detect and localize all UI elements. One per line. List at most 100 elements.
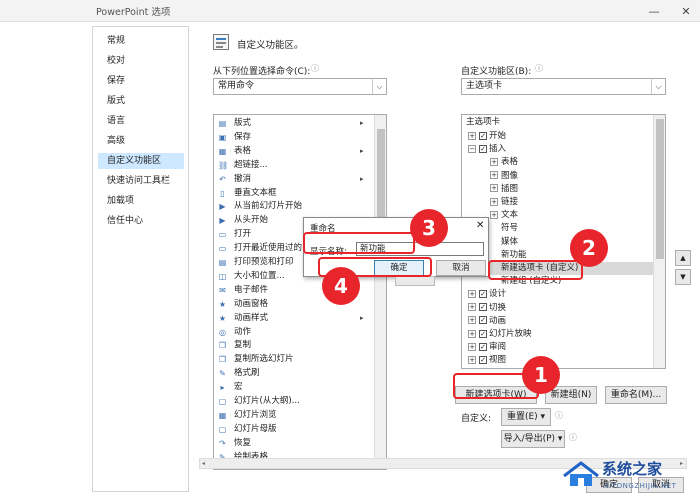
list-item[interactable]: ▦ 幻灯片浏览: [214, 409, 374, 422]
ribbon-tree[interactable]: 主选项卡 + ✓ 开始 − ✓ 插入 + 表格 + 图像 + 插图 + 链接 + 文本 符号 媒体 新功能 新建选项卡…: [461, 114, 666, 369]
tree-item-label: 符号: [501, 223, 519, 234]
sidebar-item[interactable]: 高级: [99, 133, 185, 149]
customize-label: 自定义:: [461, 414, 492, 424]
checkbox[interactable]: ✓: [479, 355, 487, 364]
dialog-close-button[interactable]: ✕: [476, 220, 484, 231]
tree-item[interactable]: + 表格: [490, 156, 518, 169]
list-item[interactable]: ▶ 从当前幻灯片开始: [214, 200, 374, 213]
checkbox[interactable]: ✓: [479, 342, 487, 351]
rename-button[interactable]: 重命名(M)...: [605, 386, 667, 404]
collapse-icon[interactable]: −: [468, 144, 476, 153]
hyperlink-icon: ⛓: [218, 160, 229, 170]
checkbox[interactable]: ✓: [479, 316, 487, 325]
list-item[interactable]: ▸ 宏: [214, 381, 374, 394]
list-item-label: 动画窗格: [234, 298, 269, 309]
expand-icon[interactable]: +: [468, 131, 476, 140]
expand-icon[interactable]: +: [490, 210, 498, 219]
expand-icon[interactable]: +: [468, 329, 476, 338]
sidebar-item[interactable]: 信任中心: [99, 213, 185, 229]
list-item[interactable]: ▦ 表格 ▸: [214, 145, 374, 158]
checkbox[interactable]: ✓: [479, 289, 487, 298]
list-item[interactable]: ◎ 动作: [214, 326, 374, 339]
list-item[interactable]: ▯ 垂直文本框: [214, 187, 374, 200]
command-list[interactable]: ▤ 版式 ▸ ▣ 保存 ▦ 表格 ▸ ⛓ 超链接... ↶ 撤消 ▸ ▯ 垂直文本框 ▶ 从当前幻灯片开始 ▶ 从头…: [213, 114, 387, 470]
expand-icon[interactable]: +: [490, 184, 498, 193]
tree-item[interactable]: + ✓ 设计: [468, 288, 506, 301]
tree-item[interactable]: + 链接: [490, 196, 518, 209]
chevron-down-icon[interactable]: ⌵: [651, 79, 665, 94]
tree-item-label: 审阅: [489, 342, 507, 353]
expand-icon[interactable]: +: [468, 342, 476, 351]
list-item[interactable]: ❐ 复制所选幻灯片: [214, 353, 374, 366]
annotation-box-3: [303, 232, 415, 254]
list-item[interactable]: ▣ 保存: [214, 131, 374, 144]
list-item[interactable]: ▢ 幻灯片母版: [214, 423, 374, 436]
command-list-scrollbar[interactable]: [374, 115, 386, 469]
tree-item[interactable]: + ✓ 视图: [468, 354, 506, 367]
tree-item[interactable]: 媒体: [490, 236, 518, 249]
move-down-button[interactable]: ▼: [675, 269, 691, 285]
list-item[interactable]: ▤ 版式 ▸: [214, 117, 374, 130]
list-item[interactable]: ⛓ 超链接...: [214, 159, 374, 172]
table-icon: ▦: [218, 146, 227, 156]
tree-item-label: 媒体: [501, 236, 519, 247]
sidebar: 常规校对保存版式语言高级自定义功能区 快速访问工具栏 加载项信任中心: [92, 26, 189, 492]
tree-item[interactable]: + 插图: [490, 183, 518, 196]
dialog-cancel-button[interactable]: 取消: [436, 260, 486, 276]
tree-item[interactable]: + 文本: [490, 209, 518, 222]
sidebar-item[interactable]: 校对: [99, 53, 185, 69]
tree-item-label: 幻灯片放映: [489, 329, 532, 339]
sidebar-item[interactable]: 加载项: [99, 193, 185, 209]
move-up-button[interactable]: ▲: [675, 250, 691, 266]
tree-item[interactable]: 符号: [490, 222, 518, 235]
callout-4: 4: [322, 267, 360, 305]
sidebar-item[interactable]: 版式: [99, 93, 185, 109]
info-icon: ⓘ: [311, 64, 319, 73]
checkbox[interactable]: ✓: [479, 131, 487, 140]
tree-item[interactable]: + ✓ 开始: [468, 130, 506, 143]
ribbon-type-combo[interactable]: 主选项卡 ⌵: [461, 78, 666, 95]
expand-icon[interactable]: +: [490, 197, 498, 206]
layout-icon: ▤: [218, 119, 227, 128]
sidebar-item[interactable]: 常规: [99, 33, 185, 49]
list-item[interactable]: ▢ 幻灯片(从大纲)...: [214, 395, 374, 408]
expand-icon[interactable]: +: [468, 355, 476, 364]
chevron-down-icon[interactable]: ⌵: [372, 79, 386, 94]
list-item-label: 幻灯片浏览: [234, 409, 277, 420]
list-item[interactable]: ↶ 撤消 ▸: [214, 173, 374, 186]
ribbon-tree-scrollbar[interactable]: [653, 115, 665, 368]
animation-style-icon: ★: [218, 313, 227, 323]
list-item[interactable]: ★ 动画样式 ▸: [214, 312, 374, 325]
list-item[interactable]: ❐ 复制: [214, 339, 374, 352]
house-logo-icon: [563, 461, 599, 486]
sidebar-item[interactable]: 语言: [99, 113, 185, 129]
expand-icon[interactable]: +: [468, 289, 476, 298]
ribbon-type-value: 主选项卡: [466, 81, 503, 91]
checkbox[interactable]: ✓: [479, 329, 487, 338]
list-item-label: 从当前幻灯片开始: [234, 201, 303, 212]
close-window-button[interactable]: ✕: [672, 0, 700, 22]
expand-icon[interactable]: +: [490, 171, 498, 180]
tree-item[interactable]: + 图像: [490, 170, 518, 183]
minimize-button[interactable]: —: [640, 0, 668, 22]
tree-item[interactable]: − ✓ 插入: [468, 143, 506, 156]
list-item[interactable]: ↷ 恢复: [214, 437, 374, 450]
sidebar-item[interactable]: 保存: [99, 73, 185, 89]
expand-icon[interactable]: +: [490, 157, 498, 166]
list-item[interactable]: ✎ 格式刷: [214, 367, 374, 380]
expand-icon[interactable]: +: [468, 303, 476, 312]
tree-item-label: 插图: [501, 183, 519, 194]
tree-item[interactable]: + ✓ 切换: [468, 302, 506, 315]
expand-icon[interactable]: +: [468, 316, 476, 325]
sidebar-item[interactable]: 快速访问工具栏: [99, 173, 185, 189]
sidebar-item[interactable]: 自定义功能区: [98, 153, 184, 169]
tree-item[interactable]: + ✓ 动画: [468, 315, 506, 328]
checkbox[interactable]: ✓: [479, 144, 487, 153]
checkbox[interactable]: ✓: [479, 303, 487, 312]
list-item-label: 超链接...: [234, 159, 268, 170]
tree-item[interactable]: + ✓ 幻灯片放映: [468, 328, 532, 341]
reset-button[interactable]: 重置(E) ▾: [501, 408, 551, 426]
import-export-button[interactable]: 导入/导出(P) ▾: [501, 430, 565, 448]
tree-item[interactable]: + ✓ 审阅: [468, 341, 506, 354]
command-source-combo[interactable]: 常用命令 ⌵: [213, 78, 387, 95]
